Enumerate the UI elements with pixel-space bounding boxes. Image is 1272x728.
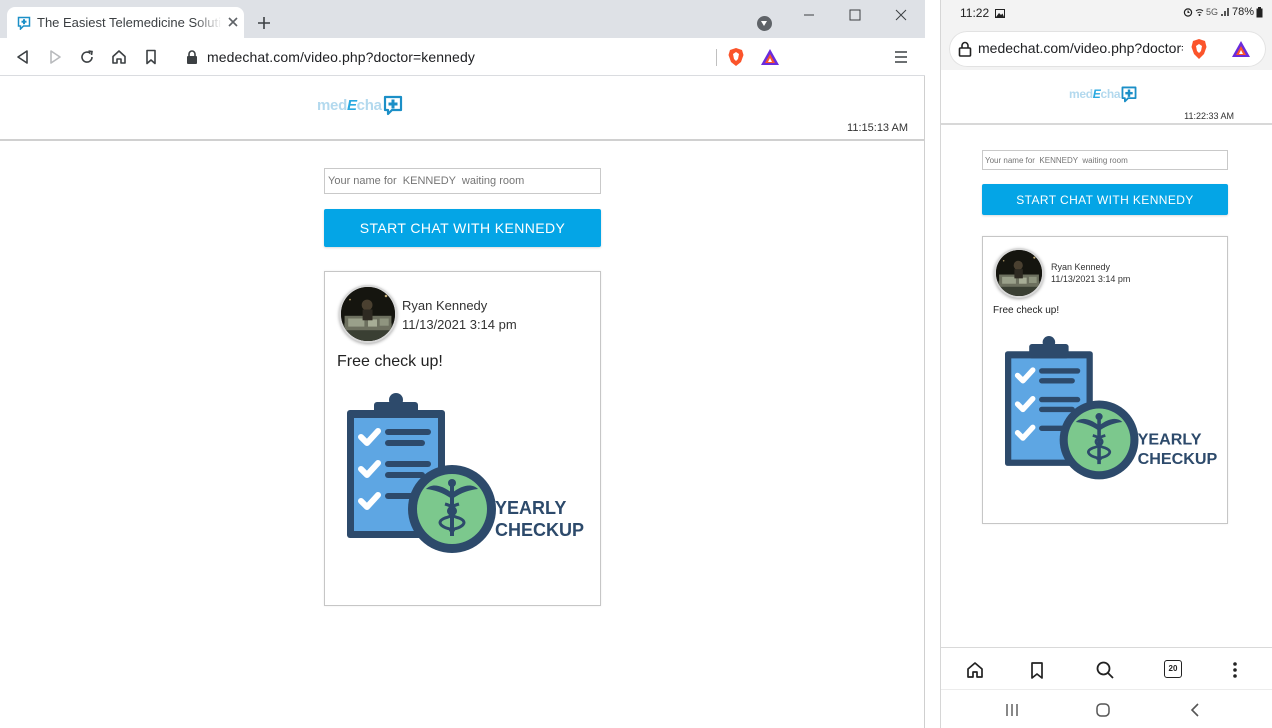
- tab-search-icon[interactable]: [757, 16, 772, 31]
- mobile-bottom-toolbar: 20: [941, 647, 1272, 689]
- desktop-browser-window: The Easiest Telemedicine Solution medech…: [0, 0, 925, 728]
- address-bar[interactable]: medechat.com/video.php?doctor=kennedy: [172, 42, 788, 72]
- avatar[interactable]: [994, 248, 1044, 298]
- logo-text: medEcha: [317, 96, 382, 114]
- omnibox-divider: [716, 49, 717, 66]
- current-time: 11:15:13 AM: [847, 122, 908, 134]
- avatar-photo: [996, 250, 1042, 296]
- post-author: Ryan Kennedy: [402, 298, 488, 313]
- yearly-checkup-image: YEARLY CHECKUP: [347, 392, 584, 557]
- search-icon[interactable]: [1095, 660, 1115, 680]
- brave-shields-icon[interactable]: [726, 47, 746, 67]
- maximize-icon[interactable]: [848, 8, 862, 22]
- bookmark-icon[interactable]: [1027, 660, 1047, 680]
- android-system-nav: [941, 689, 1272, 728]
- status-icons: 5G 78%: [1183, 6, 1263, 18]
- url-text: medechat.com/video.php?doctor=kennedy: [207, 49, 475, 65]
- home-icon[interactable]: [110, 48, 128, 66]
- tab-title: The Easiest Telemedicine Solution: [37, 15, 222, 30]
- close-icon[interactable]: [894, 8, 908, 22]
- new-tab-icon[interactable]: [256, 15, 272, 31]
- tabs-icon[interactable]: 20: [1164, 660, 1182, 678]
- checkup-line1: YEARLY: [495, 498, 566, 518]
- logo-chat-plus-icon: [383, 95, 402, 116]
- recent-apps-icon[interactable]: [1004, 702, 1020, 718]
- logo-chat-plus-icon: [1121, 86, 1137, 103]
- back-icon[interactable]: [1187, 702, 1203, 718]
- yearly-checkup-image: YEARLY CHECKUP: [1005, 335, 1218, 483]
- medechat-logo[interactable]: medEcha: [1069, 85, 1138, 103]
- lock-icon[interactable]: [186, 50, 198, 64]
- post-date: 11/13/2021 3:14 pm: [1051, 274, 1131, 284]
- tab-strip: The Easiest Telemedicine Solution: [0, 0, 925, 38]
- status-bar: 11:22 5G 78%: [941, 0, 1272, 28]
- medechat-favicon-icon: [17, 16, 31, 30]
- mobile-page-content: medEcha 11:22:33 AM START CHAT WITH KENN…: [941, 70, 1272, 646]
- post-text: Free check up!: [993, 305, 1060, 316]
- wifi-icon: [1195, 9, 1204, 16]
- mobile-site-header: medEcha 11:22:33 AM: [941, 70, 1272, 125]
- home-circle-icon[interactable]: [1095, 702, 1111, 718]
- network-type: 5G: [1205, 7, 1218, 17]
- checkup-line1: YEARLY: [1138, 430, 1202, 448]
- post-author: Ryan Kennedy: [1051, 262, 1111, 272]
- more-icon[interactable]: [1225, 660, 1245, 680]
- browser-tab[interactable]: The Easiest Telemedicine Solution: [7, 7, 244, 38]
- post-card: Ryan Kennedy 11/13/2021 3:14 pm Free che…: [324, 271, 601, 606]
- status-time: 11:22: [960, 6, 990, 20]
- medechat-logo[interactable]: medEcha: [317, 94, 404, 116]
- mobile-browser: 11:22 5G 78% medechat.com/video.php?doct…: [940, 0, 1272, 728]
- mobile-url-text: medechat.com/video.php?doctor=kennedy: [978, 40, 1183, 56]
- start-chat-button[interactable]: START CHAT WITH KENNEDY: [324, 209, 601, 247]
- avatar-photo: [341, 287, 395, 341]
- post-text: Free check up!: [337, 353, 443, 370]
- brave-rewards-icon[interactable]: [760, 48, 780, 66]
- bookmark-icon[interactable]: [142, 48, 160, 66]
- menu-icon[interactable]: [893, 49, 909, 65]
- forward-icon[interactable]: [46, 48, 64, 66]
- brave-rewards-icon[interactable]: [1231, 40, 1251, 58]
- post-card: Ryan Kennedy 11/13/2021 3:14 pm Free che…: [982, 236, 1228, 524]
- battery-level: 78%: [1231, 6, 1254, 18]
- reload-icon[interactable]: [78, 48, 96, 66]
- mobile-address-bar[interactable]: medechat.com/video.php?doctor=kennedy: [949, 31, 1266, 67]
- home-icon[interactable]: [965, 660, 985, 680]
- lock-icon[interactable]: [958, 41, 972, 57]
- desktop-page-content: medEcha 11:15:13 AM START CHAT WITH KENN…: [0, 77, 924, 728]
- tab-close-icon[interactable]: [226, 15, 240, 29]
- mobile-url-bar-area: medechat.com/video.php?doctor=kennedy: [941, 28, 1272, 70]
- start-chat-button[interactable]: START CHAT WITH KENNEDY: [982, 184, 1228, 215]
- battery-icon: [1256, 6, 1263, 17]
- checkup-line2: CHECKUP: [495, 520, 584, 540]
- back-icon[interactable]: [14, 48, 32, 66]
- waiting-room-name-input[interactable]: [324, 168, 601, 194]
- brave-shields-icon[interactable]: [1189, 38, 1209, 60]
- signal-icon: [1220, 8, 1229, 16]
- gallery-notification-icon: [995, 9, 1005, 18]
- alarm-icon: [1183, 8, 1193, 17]
- checkup-line2: CHECKUP: [1138, 450, 1218, 468]
- avatar[interactable]: [339, 285, 397, 343]
- browser-toolbar: medechat.com/video.php?doctor=kennedy: [0, 38, 925, 76]
- logo-text: medEcha: [1069, 87, 1121, 101]
- minimize-icon[interactable]: [802, 8, 816, 22]
- post-date: 11/13/2021 3:14 pm: [402, 317, 517, 332]
- current-time: 11:22:33 AM: [1184, 111, 1234, 121]
- waiting-room-name-input[interactable]: [982, 150, 1228, 170]
- site-header: medEcha 11:15:13 AM: [0, 77, 924, 141]
